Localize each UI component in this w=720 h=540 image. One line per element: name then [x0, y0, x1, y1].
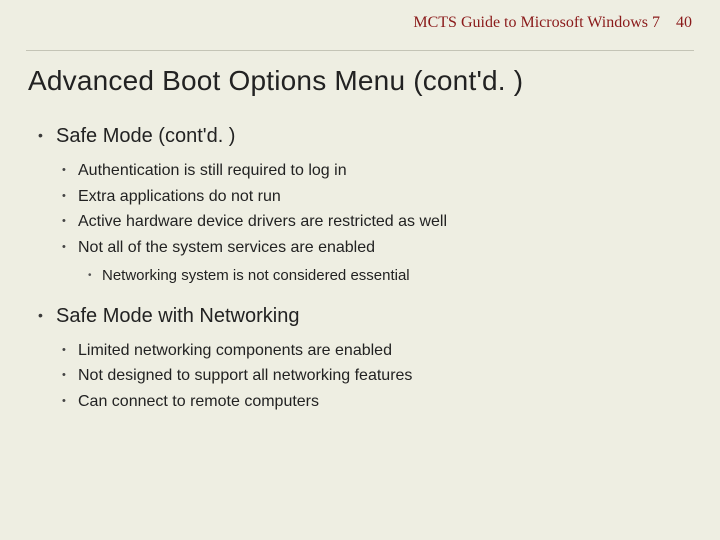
list-item-text: Extra applications do not run — [78, 188, 281, 205]
list-item-text: Not all of the system services are enabl… — [78, 239, 375, 256]
list-item: Authentication is still required to log … — [62, 160, 692, 182]
header-page-number: 40 — [676, 14, 692, 32]
section-heading: Safe Mode (cont'd. ) — [56, 125, 235, 147]
section-safe-mode-networking: Safe Mode with Networking Limited networ… — [38, 305, 692, 413]
list-item-text: Can connect to remote computers — [78, 393, 319, 410]
bullet-list-level-3: Networking system is not considered esse… — [88, 266, 692, 286]
list-item: Limited networking components are enable… — [62, 340, 692, 362]
section-safe-mode: Safe Mode (cont'd. ) Authentication is s… — [38, 125, 692, 287]
list-item: Extra applications do not run — [62, 186, 692, 208]
list-item-text: Not designed to support all networking f… — [78, 367, 412, 384]
list-item: Networking system is not considered esse… — [88, 266, 692, 286]
list-item-text: Active hardware device drivers are restr… — [78, 213, 447, 230]
slide-header: MCTS Guide to Microsoft Windows 7 40 — [0, 0, 720, 32]
bullet-list-level-1: Safe Mode (cont'd. ) Authentication is s… — [38, 125, 692, 412]
slide: MCTS Guide to Microsoft Windows 7 40 Adv… — [0, 0, 720, 540]
slide-content: Safe Mode (cont'd. ) Authentication is s… — [0, 97, 720, 412]
list-item: Not designed to support all networking f… — [62, 365, 692, 387]
bullet-list-level-2: Authentication is still required to log … — [62, 160, 692, 287]
section-heading: Safe Mode with Networking — [56, 305, 299, 327]
list-item: Not all of the system services are enabl… — [62, 237, 692, 287]
list-item-text: Networking system is not considered esse… — [102, 267, 410, 284]
slide-title: Advanced Boot Options Menu (cont'd. ) — [0, 51, 720, 97]
list-item-text: Limited networking components are enable… — [78, 342, 392, 359]
bullet-list-level-2: Limited networking components are enable… — [62, 340, 692, 413]
list-item: Active hardware device drivers are restr… — [62, 211, 692, 233]
header-title: MCTS Guide to Microsoft Windows 7 — [413, 14, 660, 32]
list-item: Can connect to remote computers — [62, 391, 692, 413]
list-item-text: Authentication is still required to log … — [78, 162, 347, 179]
